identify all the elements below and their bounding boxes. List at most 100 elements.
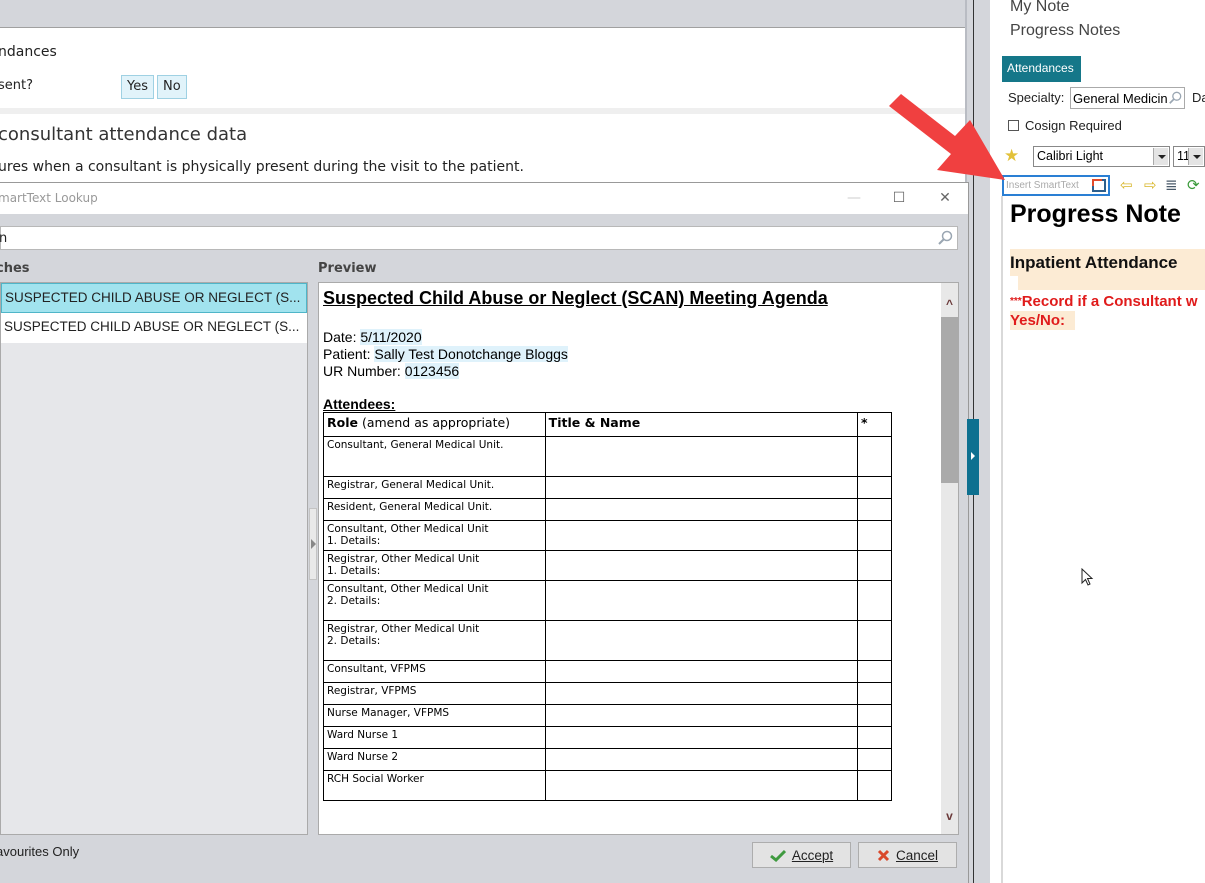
match-item[interactable]: SUSPECTED CHILD ABUSE OR NEGLECT (S... bbox=[1, 283, 307, 313]
star-cell bbox=[857, 660, 892, 683]
attendance-form-panel: ndances sent? Yes No consultant attendan… bbox=[0, 27, 965, 183]
dropdown-arrow-icon[interactable] bbox=[1153, 148, 1168, 165]
date-label: Date: bbox=[323, 329, 361, 345]
role-cell: Consultant, General Medical Unit. bbox=[323, 436, 546, 477]
star-cell bbox=[857, 748, 892, 771]
insert-list-icon[interactable]: ≣ bbox=[1165, 177, 1178, 194]
table-row: Consultant, Other Medical Unit 1. Details… bbox=[323, 520, 892, 551]
smartfield-spacer bbox=[1018, 276, 1205, 290]
attendances-tab[interactable]: Attendances bbox=[1002, 56, 1081, 82]
refresh-icon[interactable]: ⟳ bbox=[1187, 177, 1200, 194]
minimize-button[interactable]: — bbox=[839, 187, 869, 209]
title-name-cell bbox=[544, 520, 859, 551]
font-family-select[interactable]: Calibri Light bbox=[1033, 146, 1170, 167]
accept-label: Accept bbox=[791, 847, 834, 863]
role-cell: Ward Nurse 2 bbox=[323, 748, 546, 771]
role-cell: Registrar, General Medical Unit. bbox=[323, 476, 546, 499]
scroll-down-icon[interactable]: v bbox=[944, 810, 955, 822]
role-cell: Registrar, Other Medical Unit 2. Details: bbox=[323, 620, 546, 661]
title-name-cell bbox=[544, 550, 859, 581]
star-cell bbox=[857, 726, 892, 749]
consultant-attendance-description: ures when a consultant is physically pre… bbox=[0, 159, 524, 175]
expand-right-icon bbox=[971, 452, 975, 460]
cosign-required-checkbox[interactable]: Cosign Required bbox=[1008, 118, 1122, 133]
search-icon[interactable] bbox=[937, 230, 953, 246]
checkmark-icon bbox=[769, 849, 786, 862]
next-field-icon[interactable]: ⇨ bbox=[1144, 177, 1157, 194]
star-cell bbox=[857, 520, 892, 551]
star-cell bbox=[857, 476, 892, 499]
annotation-arrow-icon bbox=[889, 94, 1005, 180]
smarttext-lookup-icon[interactable] bbox=[1092, 179, 1106, 192]
cosign-label: Cosign Required bbox=[1025, 118, 1122, 133]
title-name-cell bbox=[544, 580, 859, 621]
note-title: Progress Note bbox=[1010, 200, 1181, 228]
search-icon[interactable] bbox=[1168, 91, 1182, 105]
role-cell: Consultant, VFPMS bbox=[323, 660, 546, 683]
no-button[interactable]: No bbox=[157, 75, 187, 99]
title-name-cell bbox=[544, 726, 859, 749]
dropdown-arrow-icon[interactable] bbox=[1188, 148, 1203, 165]
accept-button[interactable]: Accept bbox=[752, 842, 851, 868]
role-cell: Registrar, VFPMS bbox=[323, 682, 546, 705]
attendees-table: Role (amend as appropriate) Title & Name… bbox=[323, 412, 892, 801]
smarttext-search-input[interactable]: n bbox=[0, 226, 958, 250]
role-cell: Consultant, Other Medical Unit 2. Details… bbox=[323, 580, 546, 621]
collapse-panel-tab[interactable] bbox=[967, 419, 979, 495]
role-cell: Registrar, Other Medical Unit 1. Details: bbox=[323, 550, 546, 581]
yes-no-field[interactable]: Yes/No: bbox=[1010, 311, 1076, 330]
font-family-value: Calibri Light bbox=[1037, 149, 1104, 163]
table-row: Consultant, Other Medical Unit 2. Details… bbox=[323, 580, 892, 621]
insert-smarttext-input[interactable]: Insert SmartText bbox=[1002, 175, 1110, 196]
table-row: Registrar, VFPMS bbox=[323, 682, 892, 705]
star-cell bbox=[857, 620, 892, 661]
star-cell bbox=[857, 436, 892, 477]
preview-label: Preview bbox=[318, 261, 377, 276]
title-name-cell bbox=[544, 436, 859, 477]
table-row: Resident, General Medical Unit. bbox=[323, 498, 892, 521]
title-name-cell bbox=[544, 620, 859, 661]
previous-field-icon[interactable]: ⇦ bbox=[1120, 177, 1133, 194]
editor-left-edge bbox=[1001, 196, 1003, 883]
favourites-only-checkbox-label[interactable]: avourites Only bbox=[0, 844, 79, 859]
dialog-title: martText Lookup bbox=[0, 191, 98, 205]
x-icon bbox=[877, 849, 890, 861]
yes-button[interactable]: Yes bbox=[121, 75, 154, 99]
star-cell bbox=[857, 770, 892, 801]
splitter-handle[interactable] bbox=[309, 508, 317, 580]
dialog-titlebar[interactable]: martText Lookup — ☐ ✕ bbox=[0, 183, 968, 214]
role-cell: Consultant, Other Medical Unit 1. Details… bbox=[323, 520, 546, 551]
role-cell: Nurse Manager, VFPMS bbox=[323, 704, 546, 727]
title-name-cell bbox=[544, 770, 859, 801]
title-name-cell bbox=[544, 682, 859, 705]
note-panel: My Note Progress Notes Attendances Speci… bbox=[990, 0, 1205, 883]
specialty-input[interactable]: General Medicin bbox=[1070, 87, 1185, 109]
scroll-up-icon[interactable]: ^ bbox=[944, 298, 955, 310]
maximize-button[interactable]: ☐ bbox=[884, 187, 914, 209]
star-cell bbox=[857, 704, 892, 727]
patient-value: Sally Test Donotchange Bloggs bbox=[374, 346, 568, 362]
role-cell: Resident, General Medical Unit. bbox=[323, 498, 546, 521]
matches-list: SUSPECTED CHILD ABUSE OR NEGLECT (S... S… bbox=[0, 282, 308, 835]
attendees-heading: Attendees: bbox=[323, 396, 396, 412]
scrollbar-thumb[interactable] bbox=[941, 317, 958, 483]
consultant-present-question: sent? bbox=[0, 78, 34, 93]
preview-meta: Date: 5/11/2020 Patient: Sally Test Dono… bbox=[323, 329, 938, 380]
table-row: Ward Nurse 1 bbox=[323, 726, 892, 749]
note-editor[interactable]: Progress Note Inpatient Attendance ***Re… bbox=[1010, 200, 1205, 330]
star-cell bbox=[857, 498, 892, 521]
expand-arrow-icon bbox=[311, 539, 316, 549]
role-cell: RCH Social Worker bbox=[323, 770, 546, 801]
ur-number-value: 0123456 bbox=[404, 363, 460, 379]
inpatient-attendance-heading: Inpatient Attendance bbox=[1010, 249, 1205, 276]
font-size-select[interactable]: 11 bbox=[1173, 146, 1205, 167]
patient-label: Patient: bbox=[323, 346, 375, 362]
my-note-title: My Note bbox=[1010, 0, 1070, 15]
matches-label: ches bbox=[0, 261, 30, 276]
specialty-label: Specialty: bbox=[1008, 90, 1065, 105]
cancel-button[interactable]: Cancel bbox=[858, 842, 957, 868]
match-item[interactable]: SUSPECTED CHILD ABUSE OR NEGLECT (S... bbox=[1, 313, 307, 343]
search-value: n bbox=[0, 231, 8, 246]
close-button[interactable]: ✕ bbox=[930, 187, 960, 209]
preview-scrollbar[interactable]: ^ v bbox=[941, 283, 958, 834]
